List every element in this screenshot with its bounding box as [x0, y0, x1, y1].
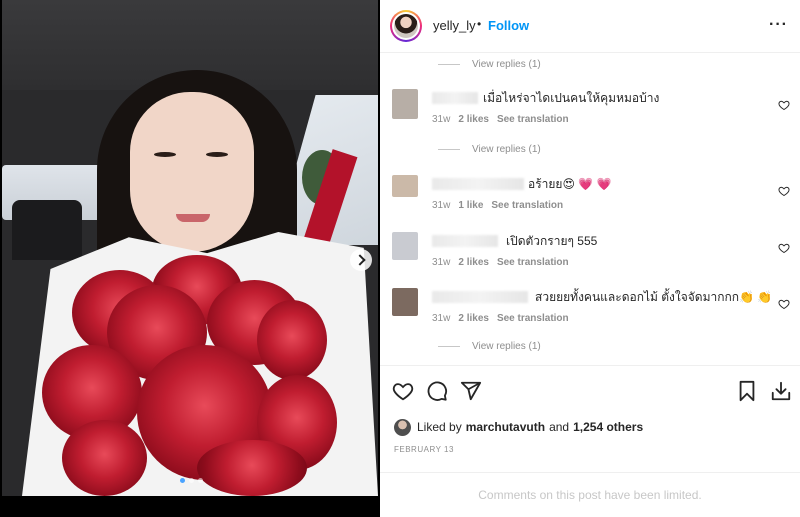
comment-avatar[interactable] — [392, 232, 418, 260]
post-media-panel — [0, 0, 380, 517]
share-paper-plane-icon[interactable] — [460, 380, 482, 402]
comment-meta: 31w 2 likes See translation — [432, 313, 577, 324]
reply-line — [438, 64, 460, 65]
comment-text: สวยยยทั้งคนและดอกไม้ ตั้งใจจัดมากกก👏 👏 — [535, 290, 773, 304]
view-replies-label: View replies (1) — [472, 59, 541, 70]
post-actions: Liked by marchutavuth and 1,254 others F… — [380, 365, 800, 471]
carousel-dot — [189, 478, 194, 483]
separator-dot: • — [477, 17, 482, 31]
post-header: yelly_ly • Follow ··· — [380, 0, 800, 53]
comment-item: เมื่อไหร่จาไดเปนคนให้คุมหมอบ้าง 31w 2 li… — [392, 89, 796, 139]
comment-age: 31w — [432, 114, 451, 125]
comment-likes[interactable]: 1 like — [458, 200, 483, 211]
comment-meta: 31w 1 like See translation — [432, 200, 571, 211]
follow-button[interactable]: Follow — [488, 18, 529, 33]
mouth — [176, 214, 210, 222]
right-eye — [206, 152, 228, 157]
username[interactable]: yelly_ly — [433, 18, 476, 33]
next-photo-arrow-icon[interactable] — [350, 249, 372, 271]
view-replies-label: View replies (1) — [472, 341, 541, 352]
comment-meta: 31w 2 likes See translation — [432, 257, 577, 268]
comment-username-blurred[interactable] — [432, 235, 498, 247]
person-face — [130, 92, 254, 252]
comment-item: เปิดตัวกรายๆ 555 31w 2 likes See transla… — [392, 232, 796, 282]
like-comment-heart-icon[interactable] — [778, 298, 790, 310]
rose — [197, 440, 307, 496]
see-translation-button[interactable]: See translation — [491, 200, 563, 211]
liked-by-conjunction: and — [549, 420, 570, 434]
comment-likes[interactable]: 2 likes — [458, 114, 489, 125]
see-translation-button[interactable]: See translation — [497, 114, 569, 125]
car-seat — [12, 200, 82, 260]
comments-limited-notice: Comments on this post have been limited. — [380, 472, 800, 517]
comment-item: อร้ายย😍 💗 💗 31w 1 like See translation — [392, 175, 796, 225]
reply-line — [438, 346, 460, 347]
comment-text: เปิดตัวกรายๆ 555 — [506, 234, 598, 248]
like-comment-heart-icon[interactable] — [778, 185, 790, 197]
comment-avatar[interactable] — [392, 175, 418, 197]
see-translation-button[interactable]: See translation — [497, 257, 569, 268]
comment-bubble-icon[interactable] — [426, 380, 448, 402]
comment-age: 31w — [432, 313, 451, 324]
liker-avatar[interactable] — [394, 418, 411, 436]
rose — [257, 300, 327, 380]
view-replies-button[interactable]: View replies (1) — [438, 59, 541, 70]
comment-avatar[interactable] — [392, 89, 418, 119]
like-comment-heart-icon[interactable] — [778, 242, 790, 254]
view-replies-button[interactable]: View replies (1) — [438, 341, 541, 352]
liker-username[interactable]: marchutavuth — [466, 420, 545, 434]
comment-username-blurred[interactable] — [432, 178, 524, 190]
comment-item: สวยยยทั้งคนและดอกไม้ ตั้งใจจัดมากกก👏 👏 3… — [392, 288, 796, 338]
post-side-panel: yelly_ly • Follow ··· View replies (1) เ… — [380, 0, 800, 517]
comment-username-blurred[interactable] — [432, 291, 528, 303]
comment-meta: 31w 2 likes See translation — [432, 114, 577, 125]
view-replies-button[interactable]: View replies (1) — [438, 144, 541, 155]
post-date: FEBRUARY 13 — [394, 445, 454, 454]
post-photo[interactable] — [2, 0, 378, 496]
liked-by-summary: Liked by marchutavuth and 1,254 others — [394, 418, 643, 436]
avatar[interactable] — [390, 10, 422, 42]
carousel-dot — [180, 478, 185, 483]
avatar-image — [394, 14, 418, 38]
comment-text: อร้ายย😍 💗 💗 — [528, 177, 612, 191]
reply-line — [438, 149, 460, 150]
comments-list[interactable]: View replies (1) เมื่อไหร่จาไดเปนคนให้คุ… — [380, 54, 800, 364]
comment-avatar[interactable] — [392, 288, 418, 316]
see-translation-button[interactable]: See translation — [497, 313, 569, 324]
save-bookmark-icon[interactable] — [736, 380, 758, 402]
avatar-border — [392, 12, 420, 40]
comment-username-blurred[interactable] — [432, 92, 478, 104]
likes-count[interactable]: 1,254 others — [573, 420, 643, 434]
rose — [62, 420, 147, 496]
left-eye — [154, 152, 176, 157]
like-heart-icon[interactable] — [392, 380, 414, 402]
comment-age: 31w — [432, 257, 451, 268]
carousel-dot — [198, 478, 203, 483]
comment-age: 31w — [432, 200, 451, 211]
more-options-icon[interactable]: ··· — [769, 16, 788, 34]
view-replies-label: View replies (1) — [472, 144, 541, 155]
like-comment-heart-icon[interactable] — [778, 99, 790, 111]
download-icon[interactable] — [770, 380, 792, 402]
carousel-dots — [180, 478, 203, 483]
comment-text: เมื่อไหร่จาไดเปนคนให้คุมหมอบ้าง — [483, 91, 660, 105]
comment-likes[interactable]: 2 likes — [458, 313, 489, 324]
comment-likes[interactable]: 2 likes — [458, 257, 489, 268]
liked-by-prefix: Liked by — [417, 420, 462, 434]
